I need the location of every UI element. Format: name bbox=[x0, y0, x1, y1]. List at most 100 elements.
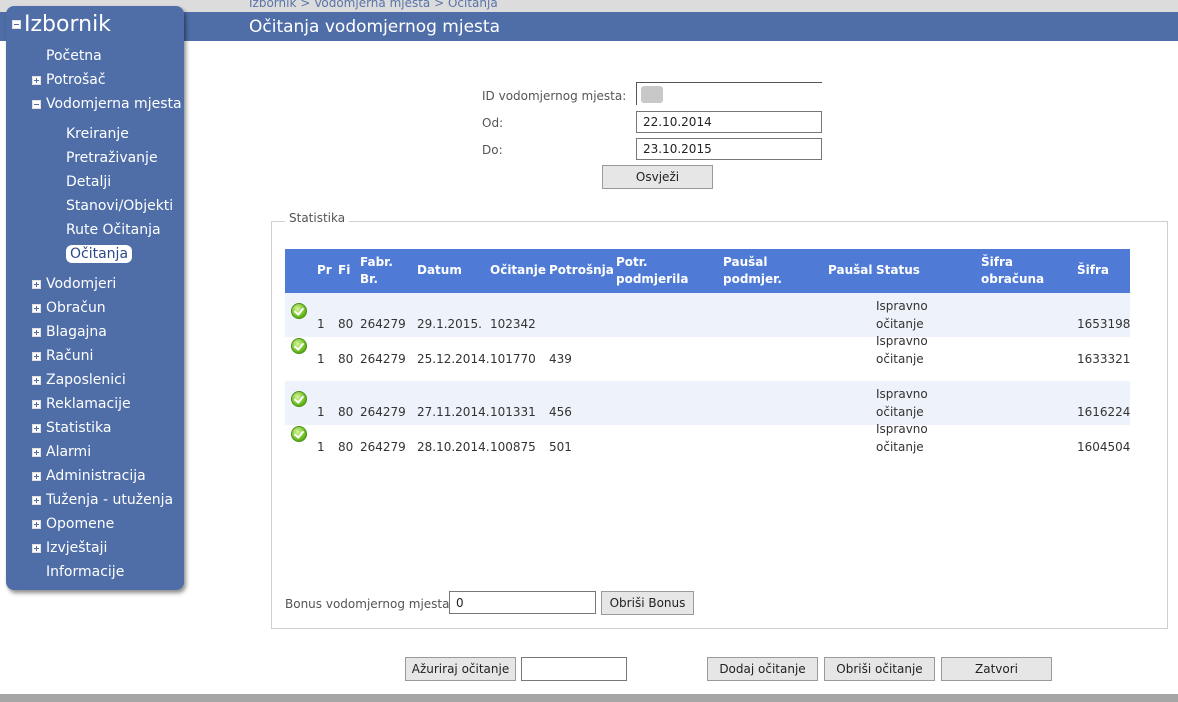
cell-fabr: 264279 bbox=[360, 352, 406, 366]
col-potr-line1: Potr. bbox=[616, 255, 648, 269]
expand-icon[interactable] bbox=[32, 448, 41, 457]
checkmark-icon bbox=[291, 338, 307, 354]
cell-sifra: 1604504 bbox=[1077, 440, 1131, 454]
col-fabr-line1: Fabr. bbox=[360, 255, 393, 269]
sidebar-item-vodomjerna-mjesta[interactable]: Vodomjerna mjesta bbox=[32, 96, 182, 112]
expand-icon[interactable] bbox=[32, 496, 41, 505]
expand-icon[interactable] bbox=[32, 76, 41, 85]
expand-icon[interactable] bbox=[32, 544, 41, 553]
col-fabr-line2: Br. bbox=[360, 272, 378, 286]
cell-datum: 25.12.2014. bbox=[417, 352, 490, 366]
sidebar-item-potrosac[interactable]: Potrošač bbox=[32, 72, 106, 88]
cell-pr: 1 bbox=[317, 405, 325, 419]
expand-icon[interactable] bbox=[32, 424, 41, 433]
cell-fabr: 264279 bbox=[360, 405, 406, 419]
cell-ocitanje: 100875 bbox=[490, 440, 536, 454]
add-reading-button[interactable]: Dodaj očitanje bbox=[707, 657, 818, 681]
sidebar-item-label: Alarmi bbox=[46, 444, 92, 460]
page-title: Očitanja vodomjernog mjesta bbox=[249, 17, 500, 37]
delete-bonus-button[interactable]: Obriši Bonus bbox=[601, 591, 694, 615]
cell-status-line1: Ispravno bbox=[876, 299, 928, 313]
sidebar-item-vodomjeri[interactable]: Vodomjeri bbox=[32, 276, 116, 292]
sidebar-item-izvjestaji[interactable]: Izvještaji bbox=[32, 540, 108, 556]
sidebar-item-alarmi[interactable]: Alarmi bbox=[32, 444, 92, 460]
cell-status-line1: Ispravno bbox=[876, 387, 928, 401]
do-date-input[interactable] bbox=[636, 138, 822, 160]
update-reading-input[interactable] bbox=[521, 657, 627, 681]
id-value-chip bbox=[641, 86, 663, 103]
sidebar-item-blagajna[interactable]: Blagajna bbox=[32, 324, 107, 340]
sidebar-item-obracun[interactable]: Obračun bbox=[32, 300, 106, 316]
sidebar-item-label: Početna bbox=[46, 48, 102, 64]
sidebar-item-racuni[interactable]: Računi bbox=[32, 348, 93, 364]
close-button[interactable]: Zatvori bbox=[941, 657, 1052, 681]
sidebar-item-rute-ocitanja[interactable]: Rute Očitanja bbox=[66, 222, 161, 238]
cell-potrosnja: 456 bbox=[549, 405, 572, 419]
sidebar-item-detalji[interactable]: Detalji bbox=[66, 174, 111, 190]
expand-icon[interactable] bbox=[32, 352, 41, 361]
sidebar-item-reklamacije[interactable]: Reklamacije bbox=[32, 396, 131, 412]
refresh-button[interactable]: Osvježi bbox=[602, 165, 713, 189]
sidebar-item-label: Informacije bbox=[46, 564, 125, 580]
sidebar-item-administracija[interactable]: Administracija bbox=[32, 468, 146, 484]
expand-icon[interactable] bbox=[32, 376, 41, 385]
expand-icon[interactable] bbox=[32, 472, 41, 481]
sidebar-item-opomene[interactable]: Opomene bbox=[32, 516, 114, 532]
cell-pr: 1 bbox=[317, 440, 325, 454]
col-datum: Datum bbox=[417, 263, 462, 277]
od-date-input[interactable] bbox=[636, 111, 822, 133]
table-row[interactable]: 1 80 264279 27.11.2014. 101331 456 Ispravno oči… bbox=[285, 381, 1130, 425]
sidebar-item-label: Očitanja bbox=[70, 246, 129, 262]
cell-ocitanje: 101331 bbox=[490, 405, 536, 419]
col-fi: Fi bbox=[338, 263, 351, 277]
cell-ocitanje: 101770 bbox=[490, 352, 536, 366]
cell-sifra: 1633321 bbox=[1077, 352, 1131, 366]
cell-sifra: 1653198 bbox=[1077, 317, 1131, 331]
sidebar-item-statistika[interactable]: Statistika bbox=[32, 420, 111, 436]
sidebar-item-label: Reklamacije bbox=[46, 396, 131, 412]
table-row[interactable]: 1 80 264279 25.12.2014. 101770 439 Ispravno oči… bbox=[285, 334, 1131, 381]
delete-reading-button[interactable]: Obriši očitanje bbox=[824, 657, 935, 681]
sidebar-item-tuzenja-utuzenja[interactable]: Tuženja - utuženja bbox=[32, 492, 173, 508]
sidebar-item-ocitanja[interactable]: Očitanja bbox=[66, 245, 133, 263]
collapse-icon[interactable] bbox=[32, 100, 41, 109]
col-pausal-podmjer-line2: podmjer. bbox=[723, 272, 782, 286]
sidebar-item-informacije[interactable]: Informacije bbox=[46, 564, 124, 580]
cell-status-line2: očitanje bbox=[876, 317, 924, 331]
sidebar-item-label: Rute Očitanja bbox=[66, 222, 161, 238]
breadcrumb: Izbornik > Vodomjerna mjesta > Očitanja bbox=[249, 0, 498, 10]
expand-icon[interactable] bbox=[32, 520, 41, 529]
sidebar-header[interactable]: Izbornik bbox=[12, 12, 111, 37]
sidebar-item-label: Izvještaji bbox=[46, 540, 108, 556]
col-pausal: Paušal bbox=[828, 263, 873, 277]
sidebar-item-kreiranje[interactable]: Kreiranje bbox=[66, 126, 129, 142]
cell-fabr: 264279 bbox=[360, 440, 406, 454]
sidebar-item-label: Potrošač bbox=[46, 72, 106, 88]
bottom-strip bbox=[0, 694, 1178, 702]
table-row[interactable]: 1 80 264279 28.10.2014. 100875 501 Ispravno oči… bbox=[285, 422, 1131, 469]
sidebar-item-pocetna[interactable]: Početna bbox=[46, 48, 102, 64]
sidebar-item-label: Zaposlenici bbox=[46, 372, 126, 388]
collapse-icon[interactable] bbox=[12, 20, 21, 29]
cell-potrosnja: 501 bbox=[549, 440, 572, 454]
bonus-input[interactable] bbox=[449, 591, 596, 614]
expand-icon[interactable] bbox=[32, 400, 41, 409]
col-sifra: Šifra bbox=[1077, 263, 1109, 277]
cell-sifra: 1616224 bbox=[1077, 405, 1131, 419]
table-row[interactable]: 1 80 264279 29.1.2015. 102342 Ispravno očitanj… bbox=[285, 293, 1130, 337]
sidebar-item-stanovi-objekti[interactable]: Stanovi/Objekti bbox=[66, 198, 173, 214]
cell-status-line2: očitanje bbox=[876, 440, 924, 454]
sidebar-item-pretrazivanje[interactable]: Pretraživanje bbox=[66, 150, 158, 166]
col-sifra-obracuna-line1: Šifra bbox=[981, 255, 1013, 269]
sidebar-item-label: Kreiranje bbox=[66, 126, 129, 142]
expand-icon[interactable] bbox=[32, 304, 41, 313]
expand-icon[interactable] bbox=[32, 280, 41, 289]
id-field[interactable] bbox=[636, 82, 822, 105]
sidebar-item-zaposlenici[interactable]: Zaposlenici bbox=[32, 372, 126, 388]
expand-icon[interactable] bbox=[32, 328, 41, 337]
update-reading-button[interactable]: Ažuriraj očitanje bbox=[405, 657, 516, 681]
do-label: Do: bbox=[482, 143, 503, 157]
sidebar-item-label: Detalji bbox=[66, 174, 112, 190]
cell-pr: 1 bbox=[317, 317, 325, 331]
cell-pr: 1 bbox=[317, 352, 325, 366]
